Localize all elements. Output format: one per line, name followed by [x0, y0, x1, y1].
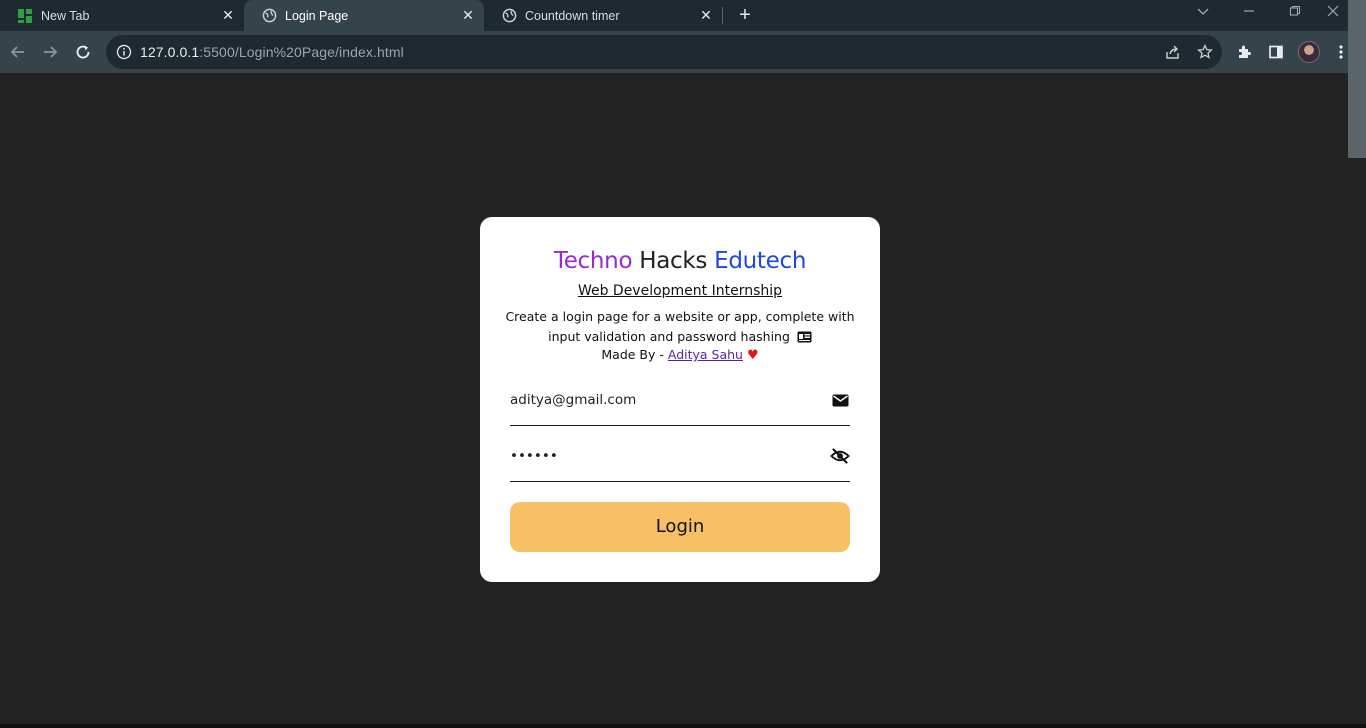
tab-title: Login Page [285, 8, 349, 23]
password-input[interactable] [510, 446, 810, 466]
title-edutech: Edutech [714, 248, 807, 274]
browser-toolbar: 127.0.0.1:5500/Login%20Page/index.html [0, 31, 1366, 73]
tab-strip: New Tab ✕ Login Page ✕ Countdown timer ✕… [0, 0, 1366, 31]
title-hacks: Hacks [639, 248, 708, 274]
share-icon[interactable] [1164, 43, 1182, 61]
back-arrow-icon[interactable] [6, 40, 30, 64]
restore-icon[interactable] [1272, 0, 1318, 28]
browser-window: New Tab ✕ Login Page ✕ Countdown timer ✕… [0, 0, 1366, 728]
profile-avatar[interactable] [1298, 41, 1320, 63]
made-by: Made By - Aditya Sahu ♥ [480, 347, 880, 364]
author-link[interactable]: Aditya Sahu [668, 347, 743, 362]
email-input[interactable] [510, 390, 810, 410]
close-icon[interactable]: ✕ [698, 7, 714, 23]
heart-icon: ♥ [746, 348, 759, 363]
tab-login-page[interactable]: Login Page ✕ [244, 0, 484, 31]
id-card-icon [797, 329, 812, 349]
subtitle: Web Development Internship [577, 283, 783, 299]
login-card: Techno Hacks Edutech Web Development Int… [480, 217, 880, 582]
site-info-icon[interactable] [116, 44, 132, 60]
side-panel-icon[interactable] [1266, 42, 1286, 62]
url-host: 127.0.0.1 [140, 44, 200, 60]
close-icon[interactable]: ✕ [460, 7, 476, 23]
tab-search-icon[interactable] [1180, 0, 1226, 28]
password-field [510, 438, 850, 482]
eye-slash-icon[interactable] [830, 447, 850, 465]
tab-separator [722, 7, 723, 24]
description: Create a login page for a website or app… [500, 307, 860, 349]
url-text[interactable]: 127.0.0.1:5500/Login%20Page/index.html [140, 44, 404, 60]
reload-icon[interactable] [71, 40, 95, 64]
bottom-edge [0, 724, 1366, 728]
tab-countdown-timer[interactable]: Countdown timer ✕ [484, 0, 722, 31]
title-techno: Techno [553, 248, 633, 274]
close-icon[interactable]: ✕ [220, 7, 236, 23]
tab-title: New Tab [41, 8, 90, 23]
globe-icon [261, 8, 277, 24]
globe-icon [501, 8, 517, 24]
made-by-prefix: Made By - [601, 347, 664, 362]
extensions-icon[interactable] [1234, 42, 1254, 62]
minimize-icon[interactable] [1226, 0, 1272, 28]
forward-arrow-icon[interactable] [38, 40, 62, 64]
window-close-icon[interactable] [1318, 0, 1348, 28]
tab-title: Countdown timer [525, 8, 620, 23]
new-tab-button[interactable]: + [734, 4, 756, 26]
address-bar[interactable]: 127.0.0.1:5500/Login%20Page/index.html [106, 35, 1222, 69]
url-path: :5500/Login%20Page/index.html [199, 44, 404, 60]
login-button[interactable]: Login [510, 502, 850, 552]
bookmark-star-icon[interactable] [1196, 43, 1214, 61]
page-title: Techno Hacks Edutech [480, 248, 880, 274]
grid-icon [17, 8, 33, 24]
envelope-icon [830, 391, 850, 409]
background-window-edge [1348, 0, 1366, 158]
email-field [510, 382, 850, 426]
tab-new-tab[interactable]: New Tab ✕ [0, 0, 244, 31]
